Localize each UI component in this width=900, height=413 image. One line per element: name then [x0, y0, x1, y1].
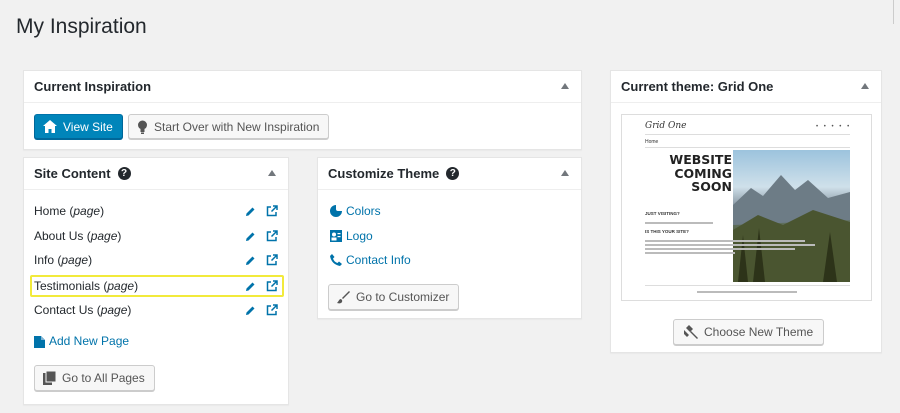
panel-title: Customize Theme	[328, 166, 440, 181]
divider	[645, 285, 850, 286]
pencil-icon[interactable]	[245, 206, 256, 217]
theme-preview-thumbnail[interactable]: Grid One • • • • • Home WEBSITE COMING S…	[621, 114, 872, 301]
start-over-button[interactable]: Start Over with New Inspiration	[128, 114, 330, 139]
list-item: Home (page)	[34, 201, 278, 221]
logo-link[interactable]: Logo	[330, 229, 373, 243]
page-type: page	[90, 229, 118, 243]
page-title: My Inspiration	[16, 15, 147, 38]
colors-label: Colors	[346, 204, 381, 218]
add-new-page-label: Add New Page	[49, 334, 130, 348]
go-to-customizer-button[interactable]: Go to Customizer	[328, 284, 460, 310]
id-card-icon	[330, 230, 342, 242]
list-item: Contact Us (page)	[34, 300, 278, 320]
panel-title: Current theme: Grid One	[621, 79, 774, 94]
current-theme-panel: Current theme: Grid One Grid One • • • •…	[610, 70, 882, 353]
paintbrush-icon	[684, 325, 698, 339]
external-link-icon[interactable]	[266, 280, 278, 292]
divider	[645, 147, 850, 148]
go-to-all-pages-label: Go to All Pages	[62, 371, 145, 385]
view-site-button[interactable]: View Site	[34, 114, 123, 139]
external-link-icon[interactable]	[266, 304, 278, 316]
colors-link[interactable]: Colors	[330, 204, 381, 218]
preview-text-line	[645, 222, 713, 224]
go-to-customizer-label: Go to Customizer	[356, 290, 450, 304]
contact-info-label: Contact Info	[346, 253, 411, 267]
list-item: About Us (page)	[34, 226, 278, 246]
go-to-all-pages-button[interactable]: Go to All Pages	[34, 365, 155, 391]
page-type: page	[107, 279, 135, 293]
paintbrush-icon	[337, 290, 350, 303]
page-type: page	[100, 303, 128, 317]
preview-footer-line	[697, 291, 797, 293]
current-inspiration-panel: Current Inspiration View Site Start Over…	[23, 70, 582, 150]
palette-icon	[330, 205, 342, 217]
preview-subhead: IS THIS YOUR SITE?	[645, 229, 689, 234]
choose-new-theme-button[interactable]: Choose New Theme	[673, 319, 825, 345]
page-name[interactable]: Contact Us	[34, 303, 93, 317]
preview-nav-dots: • • • • •	[816, 124, 852, 130]
collapse-toggle-icon[interactable]	[561, 170, 569, 176]
preview-text-line	[645, 240, 805, 242]
start-over-label: Start Over with New Inspiration	[154, 119, 320, 134]
preview-subhead: JUST VISITING?	[645, 211, 680, 216]
preview-mountain-photo	[733, 150, 850, 282]
list-item: Testimonials (page)	[34, 276, 278, 296]
home-icon	[43, 120, 57, 133]
preview-text-line	[645, 248, 795, 250]
page-type: page	[73, 204, 101, 218]
pencil-icon[interactable]	[245, 305, 256, 316]
page-name[interactable]: About Us	[34, 229, 83, 243]
customize-theme-panel: Customize Theme ? Colors Logo Contact In…	[317, 157, 582, 319]
page-name[interactable]: Testimonials	[34, 279, 100, 293]
logo-label: Logo	[346, 229, 373, 243]
external-link-icon[interactable]	[266, 205, 278, 217]
preview-headline: WEBSITE COMING SOON	[669, 152, 732, 194]
list-item: Info (page)	[34, 250, 278, 270]
collapse-toggle-icon[interactable]	[561, 83, 569, 89]
divider	[893, 0, 894, 24]
pencil-icon[interactable]	[245, 255, 256, 266]
view-site-label: View Site	[63, 119, 113, 134]
external-link-icon[interactable]	[266, 254, 278, 266]
preview-logo: Grid One	[645, 121, 687, 131]
divider	[645, 134, 850, 135]
external-link-icon[interactable]	[266, 230, 278, 242]
panel-title: Site Content	[34, 166, 111, 181]
panel-header: Current theme: Grid One	[611, 71, 881, 103]
preview-text-line	[645, 252, 735, 254]
pencil-icon[interactable]	[245, 231, 256, 242]
pages-icon	[43, 371, 56, 385]
new-page-icon	[34, 335, 45, 348]
help-icon[interactable]: ?	[117, 167, 131, 180]
collapse-toggle-icon[interactable]	[861, 83, 869, 89]
panel-header: Current Inspiration	[24, 71, 581, 103]
help-icon[interactable]: ?	[446, 167, 460, 180]
add-new-page-link[interactable]: Add New Page	[34, 334, 129, 348]
pencil-icon[interactable]	[245, 281, 256, 292]
phone-icon	[330, 254, 342, 266]
choose-new-theme-label: Choose New Theme	[704, 325, 814, 339]
panel-title: Current Inspiration	[34, 79, 152, 94]
panel-header: Site Content ?	[24, 158, 288, 190]
preview-menu: Home	[645, 139, 659, 145]
page-name[interactable]: Info	[34, 253, 54, 267]
lightbulb-icon	[138, 120, 147, 134]
page-type: page	[61, 253, 89, 267]
panel-header: Customize Theme ?	[318, 158, 581, 190]
collapse-toggle-icon[interactable]	[268, 170, 276, 176]
contact-info-link[interactable]: Contact Info	[330, 253, 411, 267]
preview-text-line	[645, 244, 815, 246]
page-name[interactable]: Home	[34, 204, 66, 218]
site-content-panel: Site Content ? Home (page) About Us (pag…	[23, 157, 289, 405]
